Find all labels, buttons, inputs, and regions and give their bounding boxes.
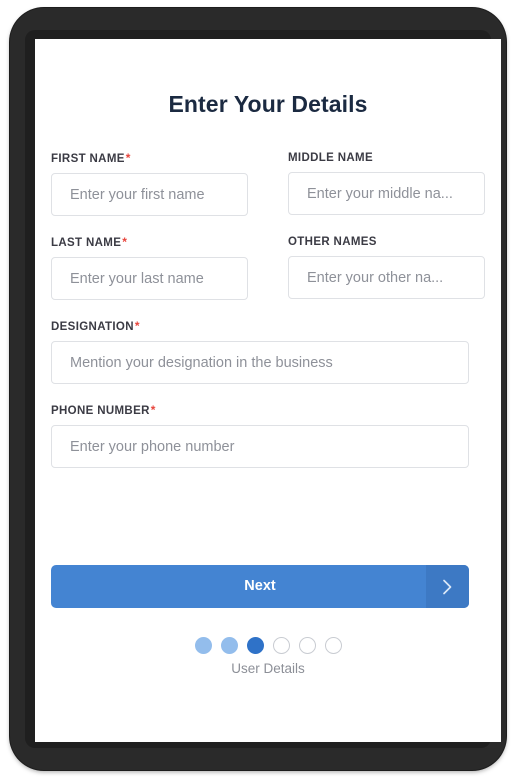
field-label-designation: DESIGNATION*: [51, 319, 469, 334]
field-label-other-names: OTHER NAMES: [288, 235, 485, 249]
field-label-phone-number: PHONE NUMBER*: [51, 403, 469, 418]
step-dot-2[interactable]: [220, 637, 238, 654]
label-text: DESIGNATION: [51, 321, 134, 333]
field-phone-number: PHONE NUMBER*: [51, 403, 469, 468]
label-text: PHONE NUMBER: [51, 405, 150, 417]
next-button[interactable]: Next: [51, 565, 469, 608]
field-first-name: FIRST NAME*: [51, 151, 248, 216]
form-row-names-1: FIRST NAME* MIDDLE NAME: [51, 151, 485, 216]
required-asterisk: *: [122, 235, 128, 249]
first-name-input[interactable]: [51, 173, 248, 216]
step-dot-4[interactable]: [272, 637, 290, 654]
phone-number-input[interactable]: [51, 425, 469, 468]
field-label-first-name: FIRST NAME*: [51, 151, 248, 166]
app-screen: Enter Your Details FIRST NAME* MIDDLE NA…: [35, 39, 501, 742]
required-asterisk: *: [125, 151, 131, 165]
step-caption: User Details: [231, 661, 305, 676]
device-frame: Enter Your Details FIRST NAME* MIDDLE NA…: [10, 8, 506, 770]
other-names-input[interactable]: [288, 256, 485, 299]
last-name-input[interactable]: [51, 257, 248, 300]
step-indicator: [35, 637, 501, 654]
next-button-label: Next: [244, 578, 276, 594]
step-dot-1[interactable]: [194, 637, 212, 654]
form-row-names-2: LAST NAME* OTHER NAMES: [51, 235, 485, 300]
label-text: FIRST NAME: [51, 153, 125, 165]
field-other-names: OTHER NAMES: [288, 235, 485, 300]
form-row-phone: PHONE NUMBER*: [51, 403, 485, 468]
label-text: MIDDLE NAME: [288, 152, 373, 164]
label-text: OTHER NAMES: [288, 236, 377, 248]
page-title: Enter Your Details: [168, 91, 368, 117]
form-row-designation: DESIGNATION*: [51, 319, 485, 384]
field-label-middle-name: MIDDLE NAME: [288, 151, 485, 165]
step-dot-6[interactable]: [324, 637, 342, 654]
step-dot-3[interactable]: [246, 637, 264, 654]
designation-input[interactable]: [51, 341, 469, 384]
label-text: LAST NAME: [51, 237, 122, 249]
field-last-name: LAST NAME*: [51, 235, 248, 300]
details-form: FIRST NAME* MIDDLE NAME LAST NAME*: [51, 151, 485, 487]
step-dot-5[interactable]: [298, 637, 316, 654]
required-asterisk: *: [150, 403, 156, 417]
field-label-last-name: LAST NAME*: [51, 235, 248, 250]
field-middle-name: MIDDLE NAME: [288, 151, 485, 216]
middle-name-input[interactable]: [288, 172, 485, 215]
chevron-right-icon: [426, 565, 469, 608]
required-asterisk: *: [134, 319, 140, 333]
field-designation: DESIGNATION*: [51, 319, 469, 384]
